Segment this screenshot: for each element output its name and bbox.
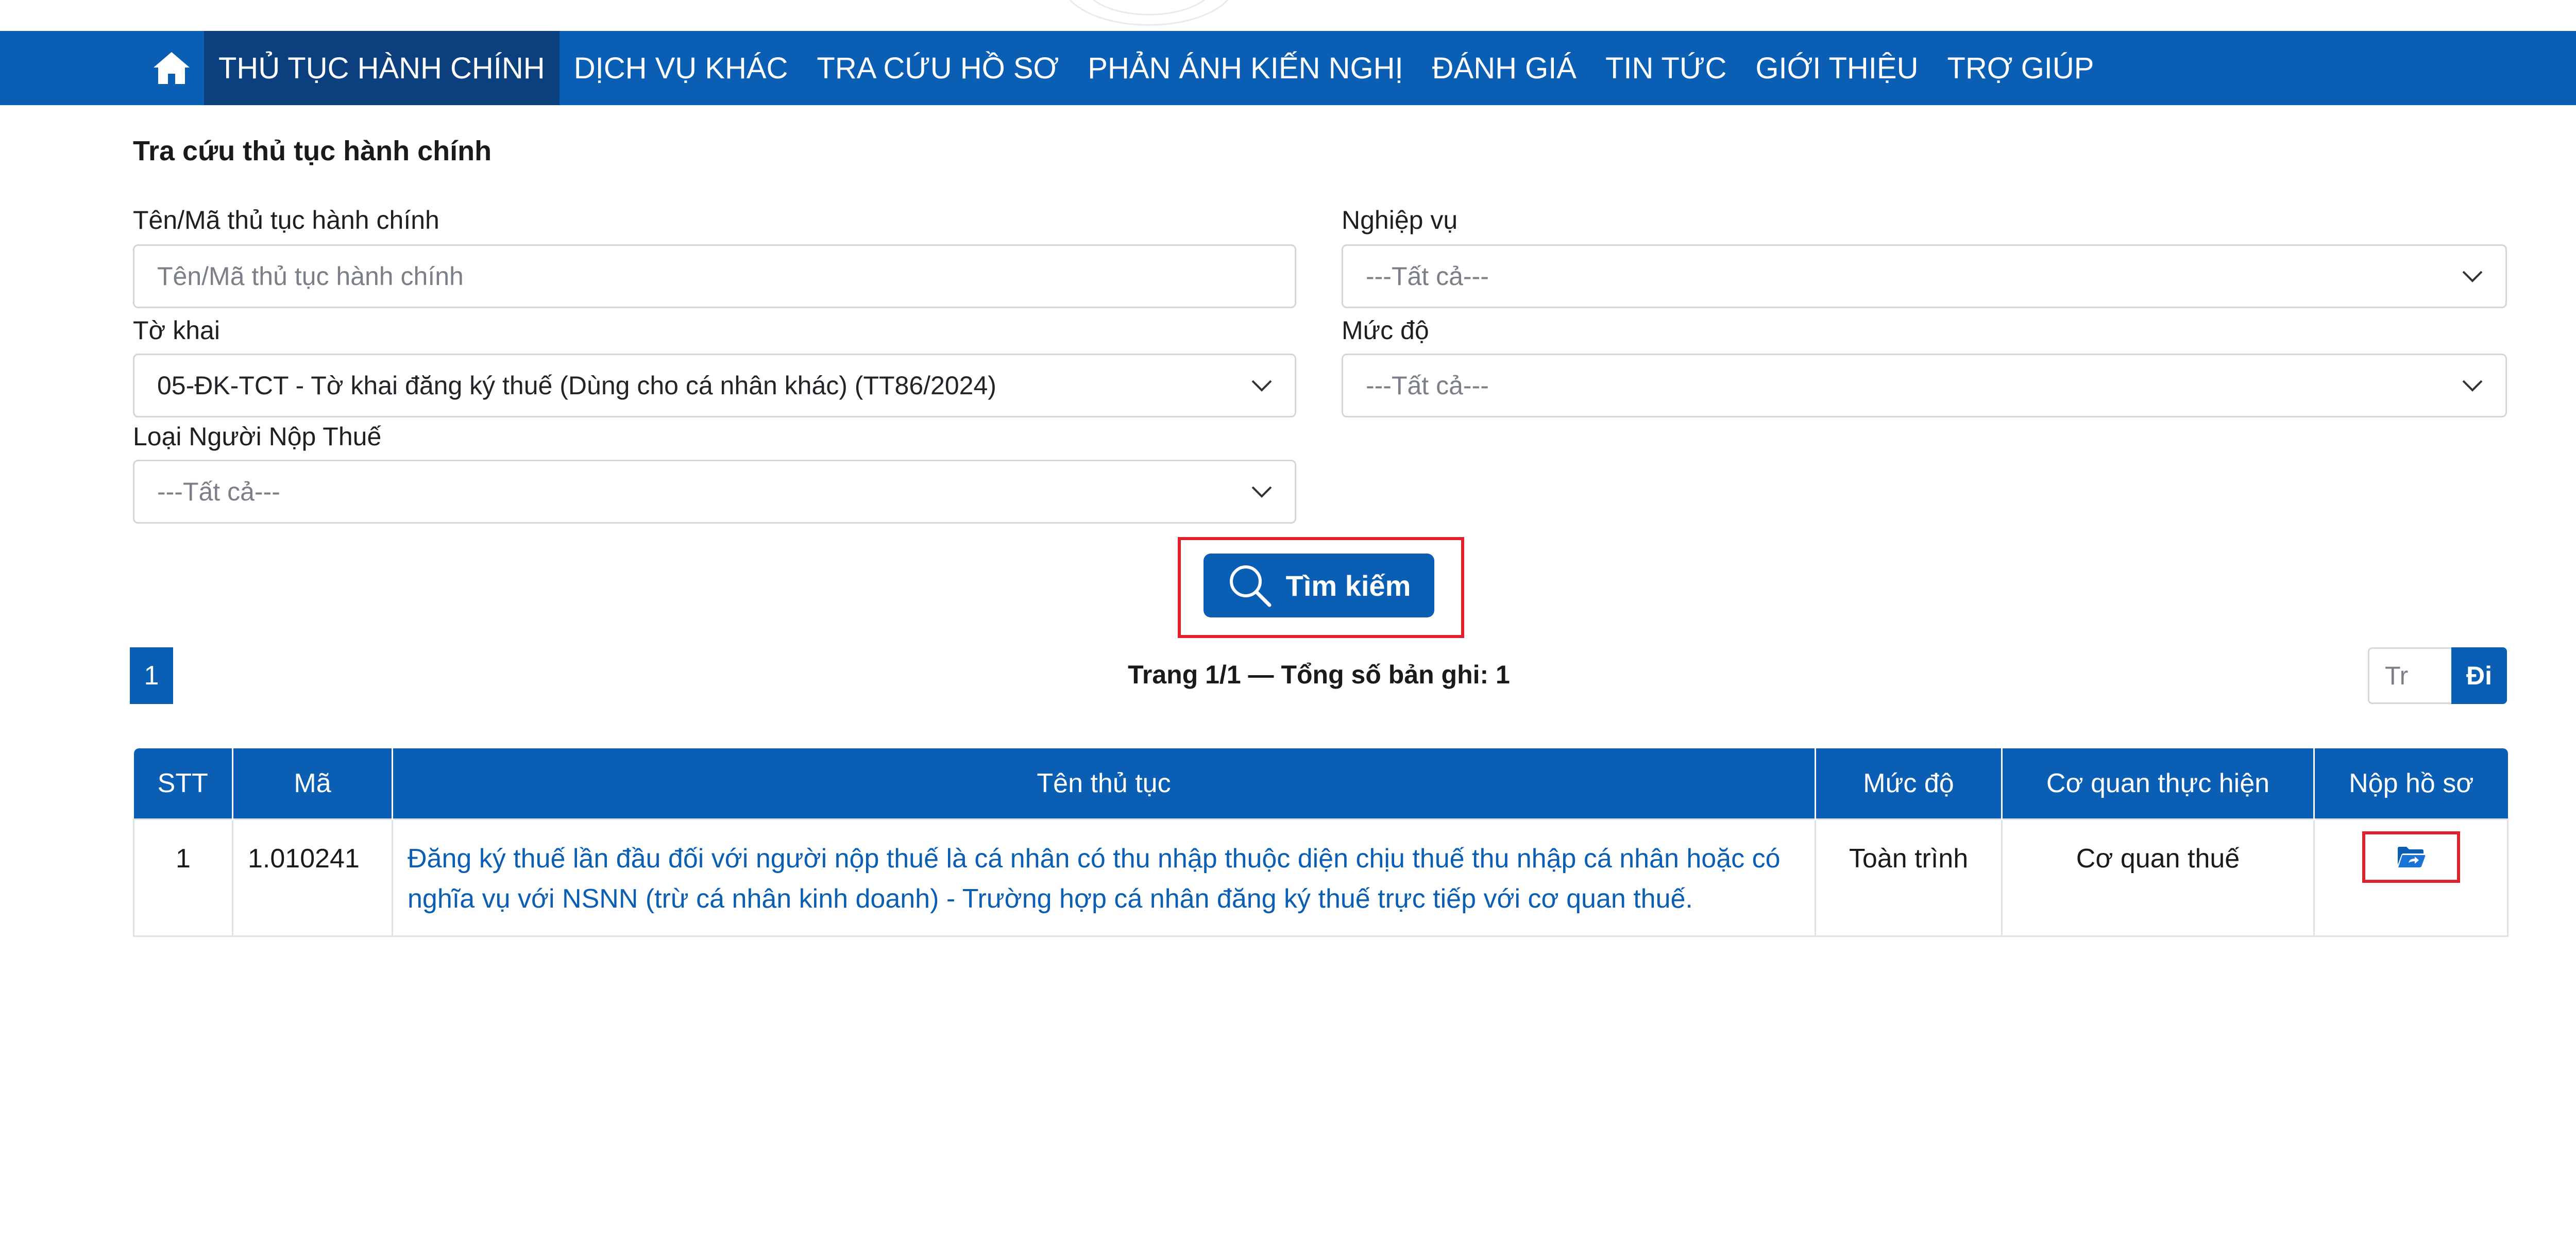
goto-page-placeholder: Tr — [2385, 661, 2409, 690]
cell-stt: 1 — [133, 818, 233, 937]
search-button-label: Tìm kiếm — [1285, 569, 1411, 602]
header-ma: Mã — [232, 748, 393, 819]
home-icon — [154, 52, 190, 84]
name-field-label: Tên/Mã thủ tục hành chính — [133, 206, 439, 235]
nav-item-danh-gia[interactable]: ĐÁNH GIÁ — [1418, 31, 1591, 105]
nav-item-tin-tuc[interactable]: TIN TỨC — [1591, 31, 1741, 105]
chevron-down-icon — [1251, 486, 1272, 498]
page-title: Tra cứu thủ tục hành chính — [133, 136, 492, 166]
cell-co-quan: Cơ quan thuế — [2001, 818, 2315, 937]
to-khai-select[interactable]: 05-ĐK-TCT - Tờ khai đăng ký thuế (Dùng c… — [133, 354, 1296, 417]
muc-do-label: Mức độ — [1342, 316, 1429, 345]
chevron-down-icon — [2462, 380, 2483, 392]
goto-page-button[interactable]: Đi — [2451, 647, 2507, 704]
header-co-quan: Cơ quan thực hiện — [2001, 748, 2314, 819]
nav-item-dich-vu-khac[interactable]: DỊCH VỤ KHÁC — [560, 31, 803, 105]
pagination-info: Trang 1/1 — Tổng số bản ghi: 1 — [1128, 660, 1510, 689]
loai-nnt-label: Loại Người Nộp Thuế — [133, 422, 382, 451]
nav-item-gioi-thieu[interactable]: GIỚI THIỆU — [1741, 31, 1933, 105]
table-row: 1 1.010241 Đăng ký thuế lần đầu đối với … — [133, 818, 2509, 937]
header-nop-ho-so: Nộp hồ sơ — [2313, 748, 2508, 819]
cell-muc-do: Toàn trình — [1815, 818, 2003, 937]
nghiep-vu-value: ---Tất cả--- — [1366, 262, 1489, 291]
procedure-link[interactable]: Đăng ký thuế lần đầu đối với người nộp t… — [392, 818, 1816, 937]
to-khai-label: Tờ khai — [133, 316, 220, 345]
search-button[interactable]: Tìm kiếm — [1204, 554, 1434, 617]
name-search-input[interactable]: Tên/Mã thủ tục hành chính — [133, 244, 1296, 308]
name-search-placeholder: Tên/Mã thủ tục hành chính — [157, 262, 464, 291]
cell-nop-ho-so — [2313, 818, 2509, 937]
top-header-strip — [0, 0, 2576, 31]
cell-ma: 1.010241 — [232, 818, 393, 937]
loai-nnt-select[interactable]: ---Tất cả--- — [133, 460, 1296, 524]
results-table: STT Mã Tên thủ tục Mức độ Cơ quan thực h… — [133, 748, 2509, 937]
nghiep-vu-select[interactable]: ---Tất cả--- — [1342, 244, 2507, 308]
to-khai-value: 05-ĐK-TCT - Tờ khai đăng ký thuế (Dùng c… — [157, 371, 996, 400]
loai-nnt-value: ---Tất cả--- — [157, 477, 280, 506]
nav-item-tro-giup[interactable]: TRỢ GIÚP — [1933, 31, 2108, 105]
submit-dossier-button[interactable] — [2362, 831, 2460, 883]
table-header-row: STT Mã Tên thủ tục Mức độ Cơ quan thực h… — [133, 748, 2508, 819]
chevron-down-icon — [1251, 380, 1272, 392]
chevron-down-icon — [2462, 271, 2483, 282]
muc-do-value: ---Tất cả--- — [1366, 371, 1489, 400]
goto-page-input[interactable]: Tr — [2368, 647, 2451, 704]
search-icon — [1229, 565, 1272, 607]
nav-item-thu-tuc-hanh-chinh[interactable]: THỦ TỤC HÀNH CHÍNH — [204, 31, 560, 105]
nav-item-tra-cuu-ho-so[interactable]: TRA CỨU HỒ SƠ — [802, 31, 1073, 105]
nav-item-phan-anh-kien-nghi[interactable]: PHẢN ÁNH KIẾN NGHỊ — [1073, 31, 1417, 105]
header-ten-thu-tuc: Tên thủ tục — [392, 748, 1816, 819]
muc-do-select[interactable]: ---Tất cả--- — [1342, 354, 2507, 417]
header-muc-do: Mức độ — [1815, 748, 2002, 819]
nav-home[interactable] — [139, 31, 204, 105]
main-navbar: THỦ TỤC HÀNH CHÍNH DỊCH VỤ KHÁC TRA CỨU … — [0, 31, 2576, 105]
folder-open-icon — [2397, 847, 2425, 867]
nghiep-vu-label: Nghiệp vụ — [1342, 206, 1458, 235]
header-stt: STT — [133, 748, 233, 819]
